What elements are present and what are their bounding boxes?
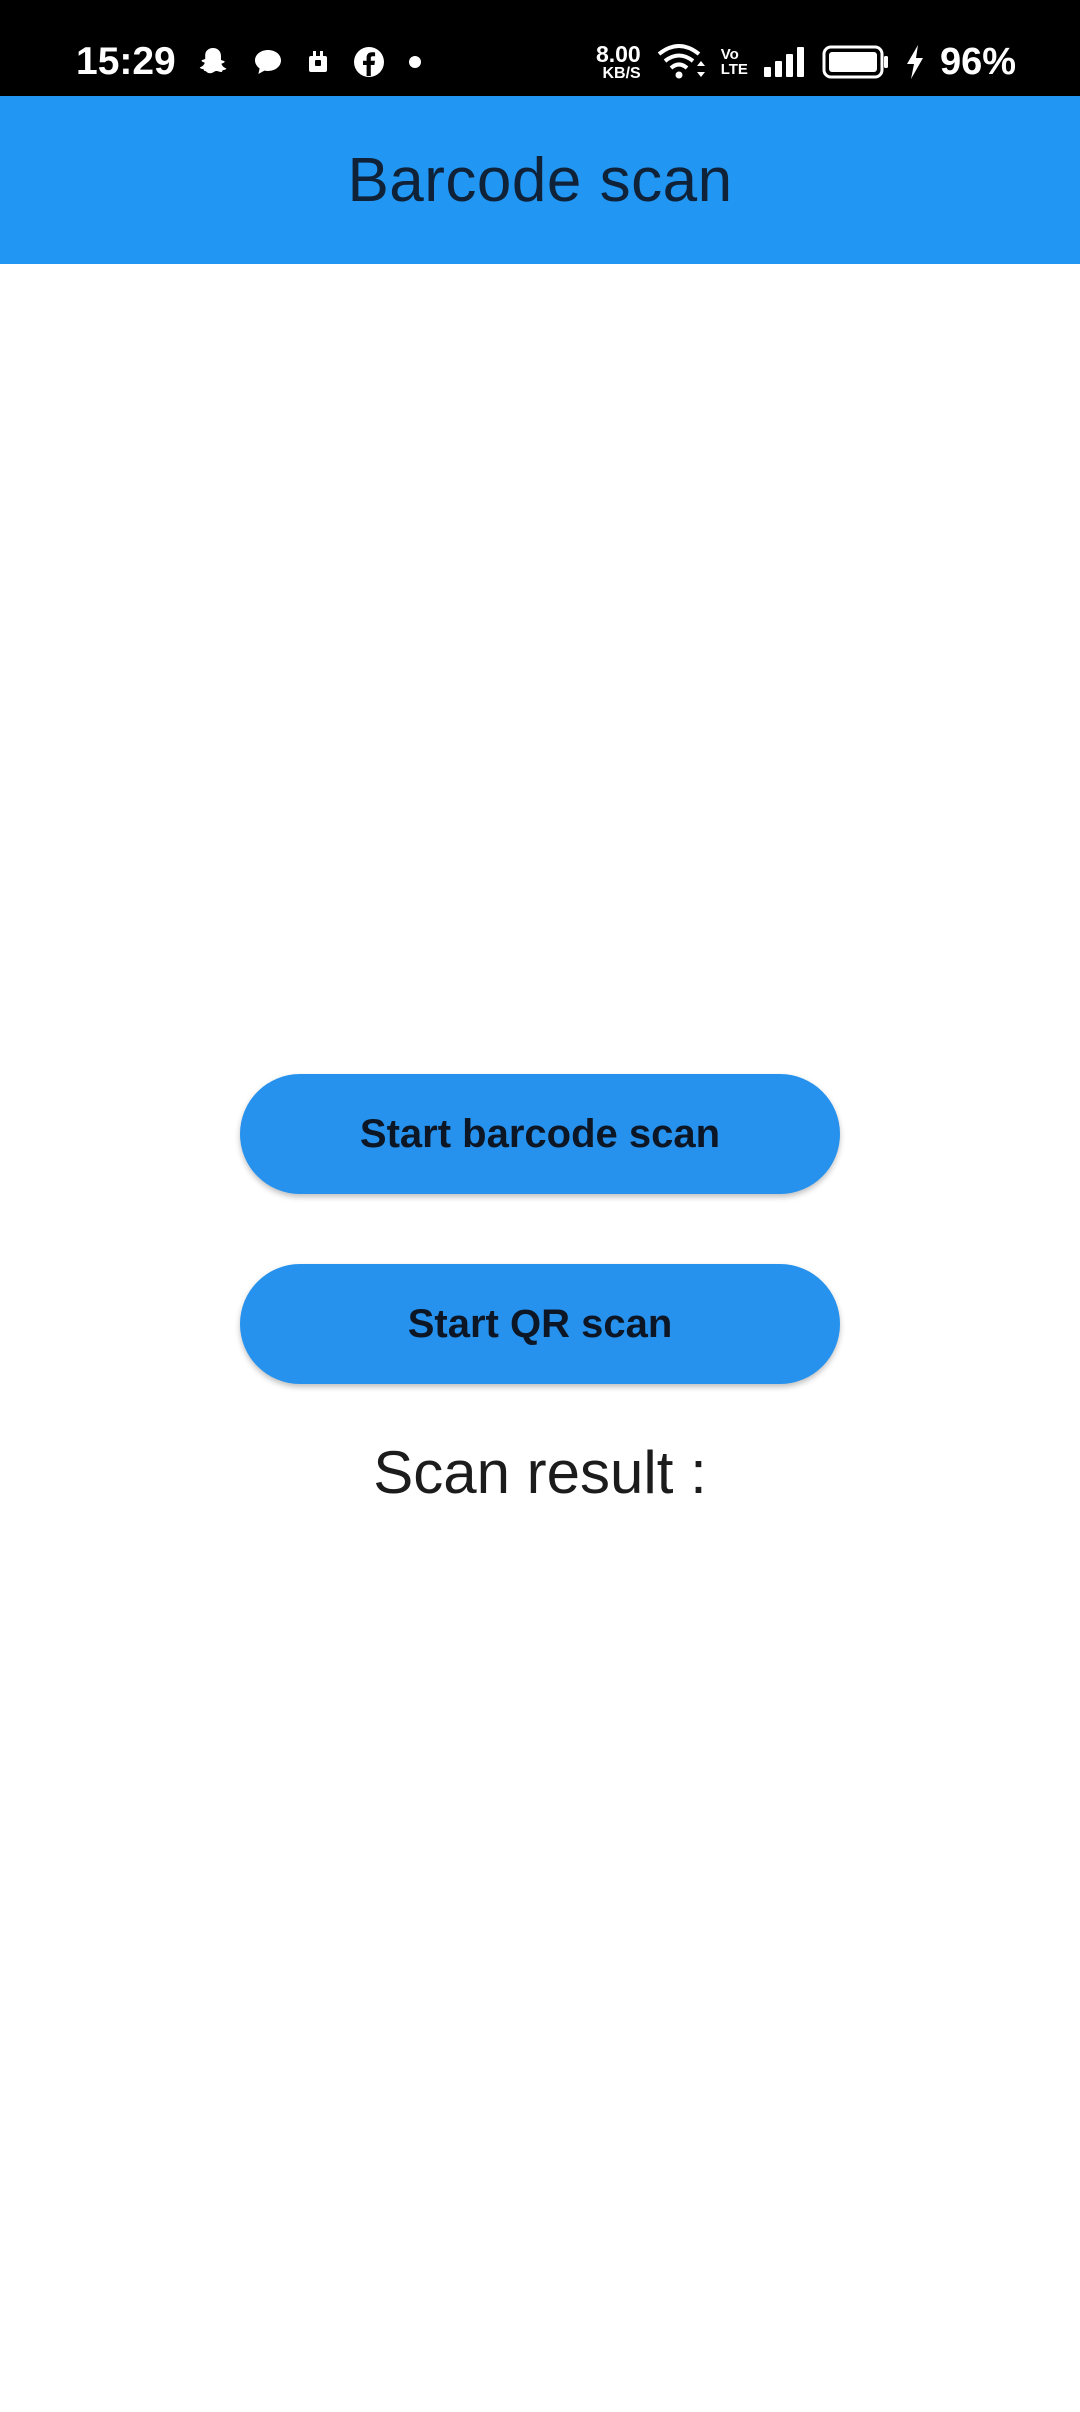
status-bar: 15:29 8.00 KB/S Vo LTE 96% [0,0,1080,96]
notification-icons [196,42,422,82]
battery-icon [822,45,888,79]
network-speed-unit: KB/S [602,64,641,82]
start-qr-scan-button[interactable]: Start QR scan [240,1264,840,1384]
signal-icon [763,47,804,77]
camera-icon [309,51,327,72]
volte-bottom: LTE [720,61,748,78]
wifi-icon [657,44,705,79]
facebook-icon [354,47,384,77]
start-barcode-scan-button[interactable]: Start barcode scan [240,1074,840,1194]
app-title: Barcode scan [347,145,733,215]
network-speed: 8.00 KB/S [595,40,641,82]
snapchat-icon [199,48,227,74]
main-content: Start barcode scan Start QR scan Scan re… [0,264,1080,2412]
app-bar: Barcode scan [0,96,1080,264]
dot-icon [409,56,421,68]
charging-icon [906,45,923,79]
scan-result-label: Scan result : [373,1439,707,1506]
network-speed-value: 8.00 [595,40,641,67]
system-status-icons: 8.00 KB/S Vo LTE 96% [596,40,1016,84]
volte-top: Vo [720,46,739,63]
status-time: 15:29 [76,40,176,83]
battery-percent: 96% [939,40,1016,83]
volte-indicator: Vo LTE [721,47,748,77]
chat-bubble-icon [255,50,281,74]
